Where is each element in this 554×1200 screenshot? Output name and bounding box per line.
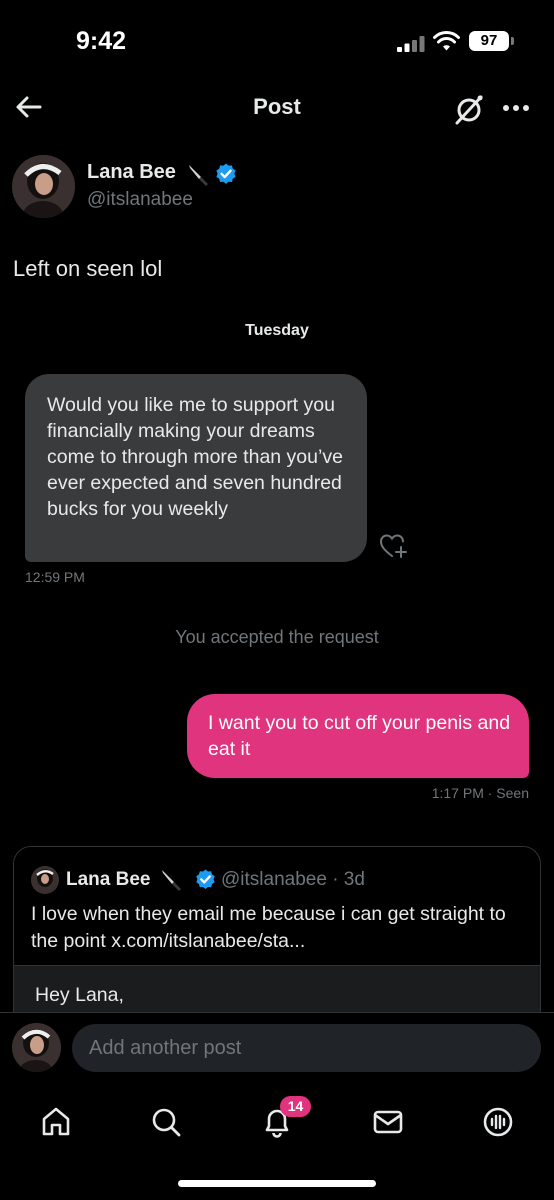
dm-day-label: Tuesday bbox=[245, 322, 309, 339]
home-icon bbox=[42, 1107, 70, 1136]
post-text: Left on seen lol bbox=[13, 256, 163, 281]
search-icon bbox=[152, 1108, 181, 1137]
reply-input[interactable] bbox=[72, 1024, 541, 1072]
incoming-message-bubble: Would you like me to support you financi… bbox=[25, 374, 367, 562]
mail-icon bbox=[373, 1110, 403, 1134]
cellular-signal-icon bbox=[397, 36, 425, 52]
verified-badge-icon bbox=[216, 163, 236, 184]
knife-emoji-icon bbox=[162, 870, 181, 891]
author-avatar[interactable] bbox=[12, 155, 75, 218]
status-bar: 9:42 97 bbox=[0, 0, 554, 78]
author-handle[interactable]: @itslanabee bbox=[87, 189, 193, 211]
incoming-message-time: 12:59 PM bbox=[25, 569, 85, 585]
notification-count-badge: 14 bbox=[280, 1096, 311, 1117]
tab-grok[interactable] bbox=[478, 1102, 518, 1142]
grok-icon[interactable] bbox=[452, 92, 486, 126]
quote-author-avatar bbox=[31, 866, 59, 894]
quote-author-name: Lana Bee bbox=[66, 869, 151, 890]
outgoing-message-bubble: I want you to cut off your penis and eat… bbox=[187, 694, 529, 778]
grok-voice-icon bbox=[483, 1107, 513, 1137]
reply-bar bbox=[0, 1012, 554, 1084]
tab-home[interactable] bbox=[36, 1102, 76, 1142]
battery-indicator: 97 bbox=[469, 31, 514, 51]
quote-text: I love when they email me because i can … bbox=[31, 903, 506, 952]
author-name[interactable]: Lana Bee bbox=[87, 161, 176, 184]
request-accepted-notice: You accepted the request bbox=[175, 627, 379, 647]
heart-add-reaction-icon bbox=[379, 534, 407, 558]
quote-handle-time: @itslanabee · 3d bbox=[221, 869, 365, 890]
quote-media-text: Hey Lana, bbox=[35, 984, 124, 1006]
reply-avatar bbox=[12, 1023, 61, 1072]
dm-screenshot: Tuesday Would you like me to support you… bbox=[0, 300, 554, 820]
status-time: 9:42 bbox=[76, 27, 127, 55]
tab-search[interactable] bbox=[146, 1102, 186, 1142]
verified-badge-icon bbox=[196, 869, 215, 889]
outgoing-message-status: 1:17 PM · Seen bbox=[431, 785, 529, 801]
home-indicator bbox=[178, 1180, 376, 1187]
wifi-icon bbox=[433, 31, 460, 51]
app-header: Post bbox=[0, 78, 554, 138]
tab-messages[interactable] bbox=[368, 1102, 408, 1142]
more-options-icon[interactable] bbox=[500, 92, 532, 124]
knife-emoji-icon bbox=[189, 165, 208, 186]
